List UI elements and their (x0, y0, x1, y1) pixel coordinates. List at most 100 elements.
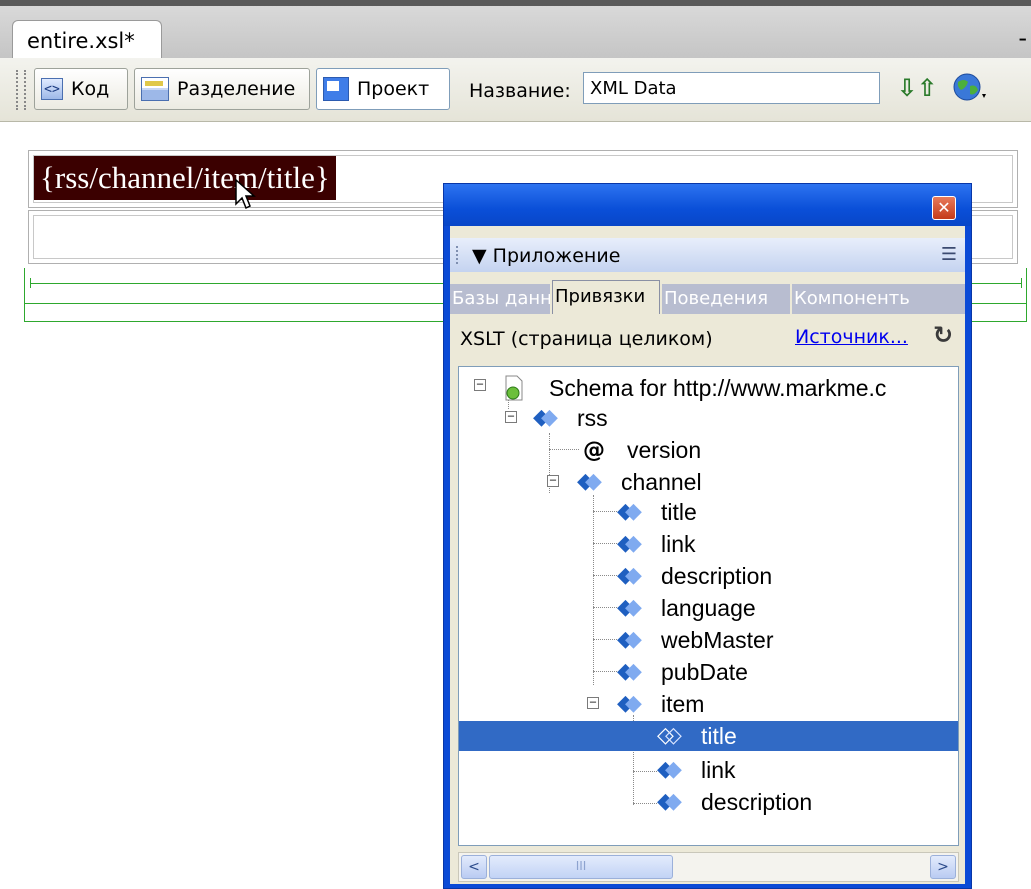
panel-group-header[interactable]: ▼ Приложение ☰ (450, 238, 965, 272)
design-view-icon (323, 77, 349, 101)
tree-node-label: webMaster (661, 626, 774, 653)
panel-body: ▼ Приложение ☰ Базы данны Привязки Повед… (450, 226, 965, 884)
panel-tab-bar: Базы данны Привязки Поведения Компоненть (450, 278, 965, 315)
tree-node-label: language (661, 594, 756, 621)
element-icon (577, 469, 603, 494)
tree-node-label: link (701, 756, 736, 783)
element-icon (617, 531, 643, 556)
document-toolbar: <> Код Разделение Проект Название: ⇩⇧ (0, 58, 1031, 122)
tree-connector (549, 449, 579, 450)
tree-node-label: item (661, 690, 705, 717)
tree-connector (633, 771, 657, 772)
horizontal-scrollbar[interactable]: < III > (458, 852, 959, 882)
xsl-dynamic-text-field[interactable]: {rss/channel/item/title} (34, 156, 336, 200)
source-type-label: XSLT (страница целиком) (460, 328, 713, 350)
panel-title-bar[interactable]: ✕ (444, 184, 971, 226)
element-icon (617, 659, 643, 684)
application-panel-window: ✕ ▼ Приложение ☰ Базы данны Привязки Пов… (443, 183, 972, 889)
table-width-tick-left (30, 278, 31, 288)
code-view-icon: <> (41, 78, 63, 100)
panel-options-icon[interactable]: ☰ (941, 244, 957, 265)
tree-connector (593, 575, 617, 576)
element-icon (617, 563, 643, 588)
title-field-label: Название: (469, 80, 571, 102)
tree-connector (593, 543, 617, 544)
tree-connector (593, 671, 617, 672)
code-view-label: Код (71, 78, 110, 100)
document-tab-strip: entire.xsl* - (0, 0, 1031, 64)
tab-databases[interactable]: Базы данны (450, 284, 550, 314)
tab-components[interactable]: Компоненть (792, 284, 965, 314)
split-view-icon (141, 77, 169, 101)
tree-node-item-title[interactable]: title (459, 721, 958, 751)
schema-file-icon (503, 375, 525, 401)
tree-node-description[interactable]: description (617, 561, 772, 591)
tree-node-schema[interactable]: Schema for http://www.markme.c (503, 373, 886, 403)
file-transfer-icon[interactable]: ⇩⇧ (897, 74, 937, 102)
tree-collapse-toggle[interactable]: − (474, 378, 486, 391)
split-view-label: Разделение (177, 78, 296, 100)
tree-node-webmaster[interactable]: webMaster (617, 625, 773, 655)
attribute-icon: @ (583, 437, 605, 463)
binding-source-bar: XSLT (страница целиком) Источник... ↻ (450, 314, 965, 364)
refresh-icon[interactable]: ↻ (933, 321, 953, 349)
toolbar-grip-icon[interactable] (16, 70, 26, 110)
mouse-pointer-icon (234, 178, 258, 216)
tab-bindings[interactable]: Привязки (552, 280, 660, 315)
element-icon (657, 789, 683, 814)
tree-node-label: description (661, 562, 773, 589)
element-icon (617, 499, 643, 524)
tree-collapse-toggle[interactable]: − (587, 696, 599, 709)
table-width-tick-right (1021, 278, 1022, 288)
tree-node-label: title (661, 498, 697, 525)
tree-connector (593, 511, 617, 512)
schema-tree: − − − − Schema for http://www.markme.c r… (458, 366, 959, 846)
close-icon[interactable]: ✕ (932, 196, 956, 220)
tree-node-link[interactable]: link (617, 529, 696, 559)
element-icon (657, 757, 683, 782)
scroll-thumb[interactable]: III (489, 855, 673, 879)
tree-node-item[interactable]: item (617, 689, 704, 719)
tree-connector (593, 495, 594, 685)
tree-node-label: version (627, 436, 702, 463)
tree-connector (633, 803, 657, 804)
tree-node-channel-title[interactable]: title (617, 497, 697, 527)
tree-node-pubdate[interactable]: pubDate (617, 657, 748, 687)
element-icon (617, 627, 643, 652)
element-icon (617, 595, 643, 620)
tree-node-label: title (701, 722, 737, 749)
tree-collapse-toggle[interactable]: − (505, 410, 517, 423)
design-view-button[interactable]: Проект (316, 68, 450, 110)
title-input[interactable] (583, 72, 880, 104)
tree-collapse-toggle[interactable]: − (547, 474, 559, 487)
scroll-right-icon[interactable]: > (930, 855, 956, 879)
source-link[interactable]: Источник... (795, 326, 908, 348)
element-icon (657, 723, 683, 748)
tree-node-item-description[interactable]: description (657, 787, 812, 817)
tree-node-language[interactable]: language (617, 593, 756, 623)
tree-node-label: rss (577, 404, 608, 431)
minimize-icon[interactable]: - (1018, 24, 1027, 52)
code-view-button[interactable]: <> Код (34, 68, 128, 110)
tree-node-rss[interactable]: rss (533, 403, 608, 433)
panel-group-title: ▼ Приложение (472, 245, 621, 267)
tree-node-channel[interactable]: channel (577, 467, 702, 497)
preview-browser-icon[interactable] (952, 72, 988, 104)
design-view-label: Проект (357, 78, 430, 100)
tree-node-label: link (661, 530, 696, 557)
scroll-left-icon[interactable]: < (461, 855, 487, 879)
tree-node-label: pubDate (661, 658, 748, 685)
split-view-button[interactable]: Разделение (134, 68, 310, 110)
tree-node-label: description (701, 788, 813, 815)
tree-node-item-link[interactable]: link (657, 755, 736, 785)
repeating-element-icon (617, 691, 643, 716)
tree-node-label: channel (621, 468, 702, 495)
tree-node-version[interactable]: @ version (583, 435, 701, 465)
element-icon (533, 405, 559, 430)
tab-behaviors[interactable]: Поведения (662, 284, 790, 314)
tree-connector (593, 639, 617, 640)
tree-node-label: Schema for http://www.markme.c (549, 374, 887, 401)
panel-grip-icon[interactable] (456, 246, 464, 264)
document-tab-label: entire.xsl* (27, 29, 135, 53)
tree-connector (593, 607, 617, 608)
